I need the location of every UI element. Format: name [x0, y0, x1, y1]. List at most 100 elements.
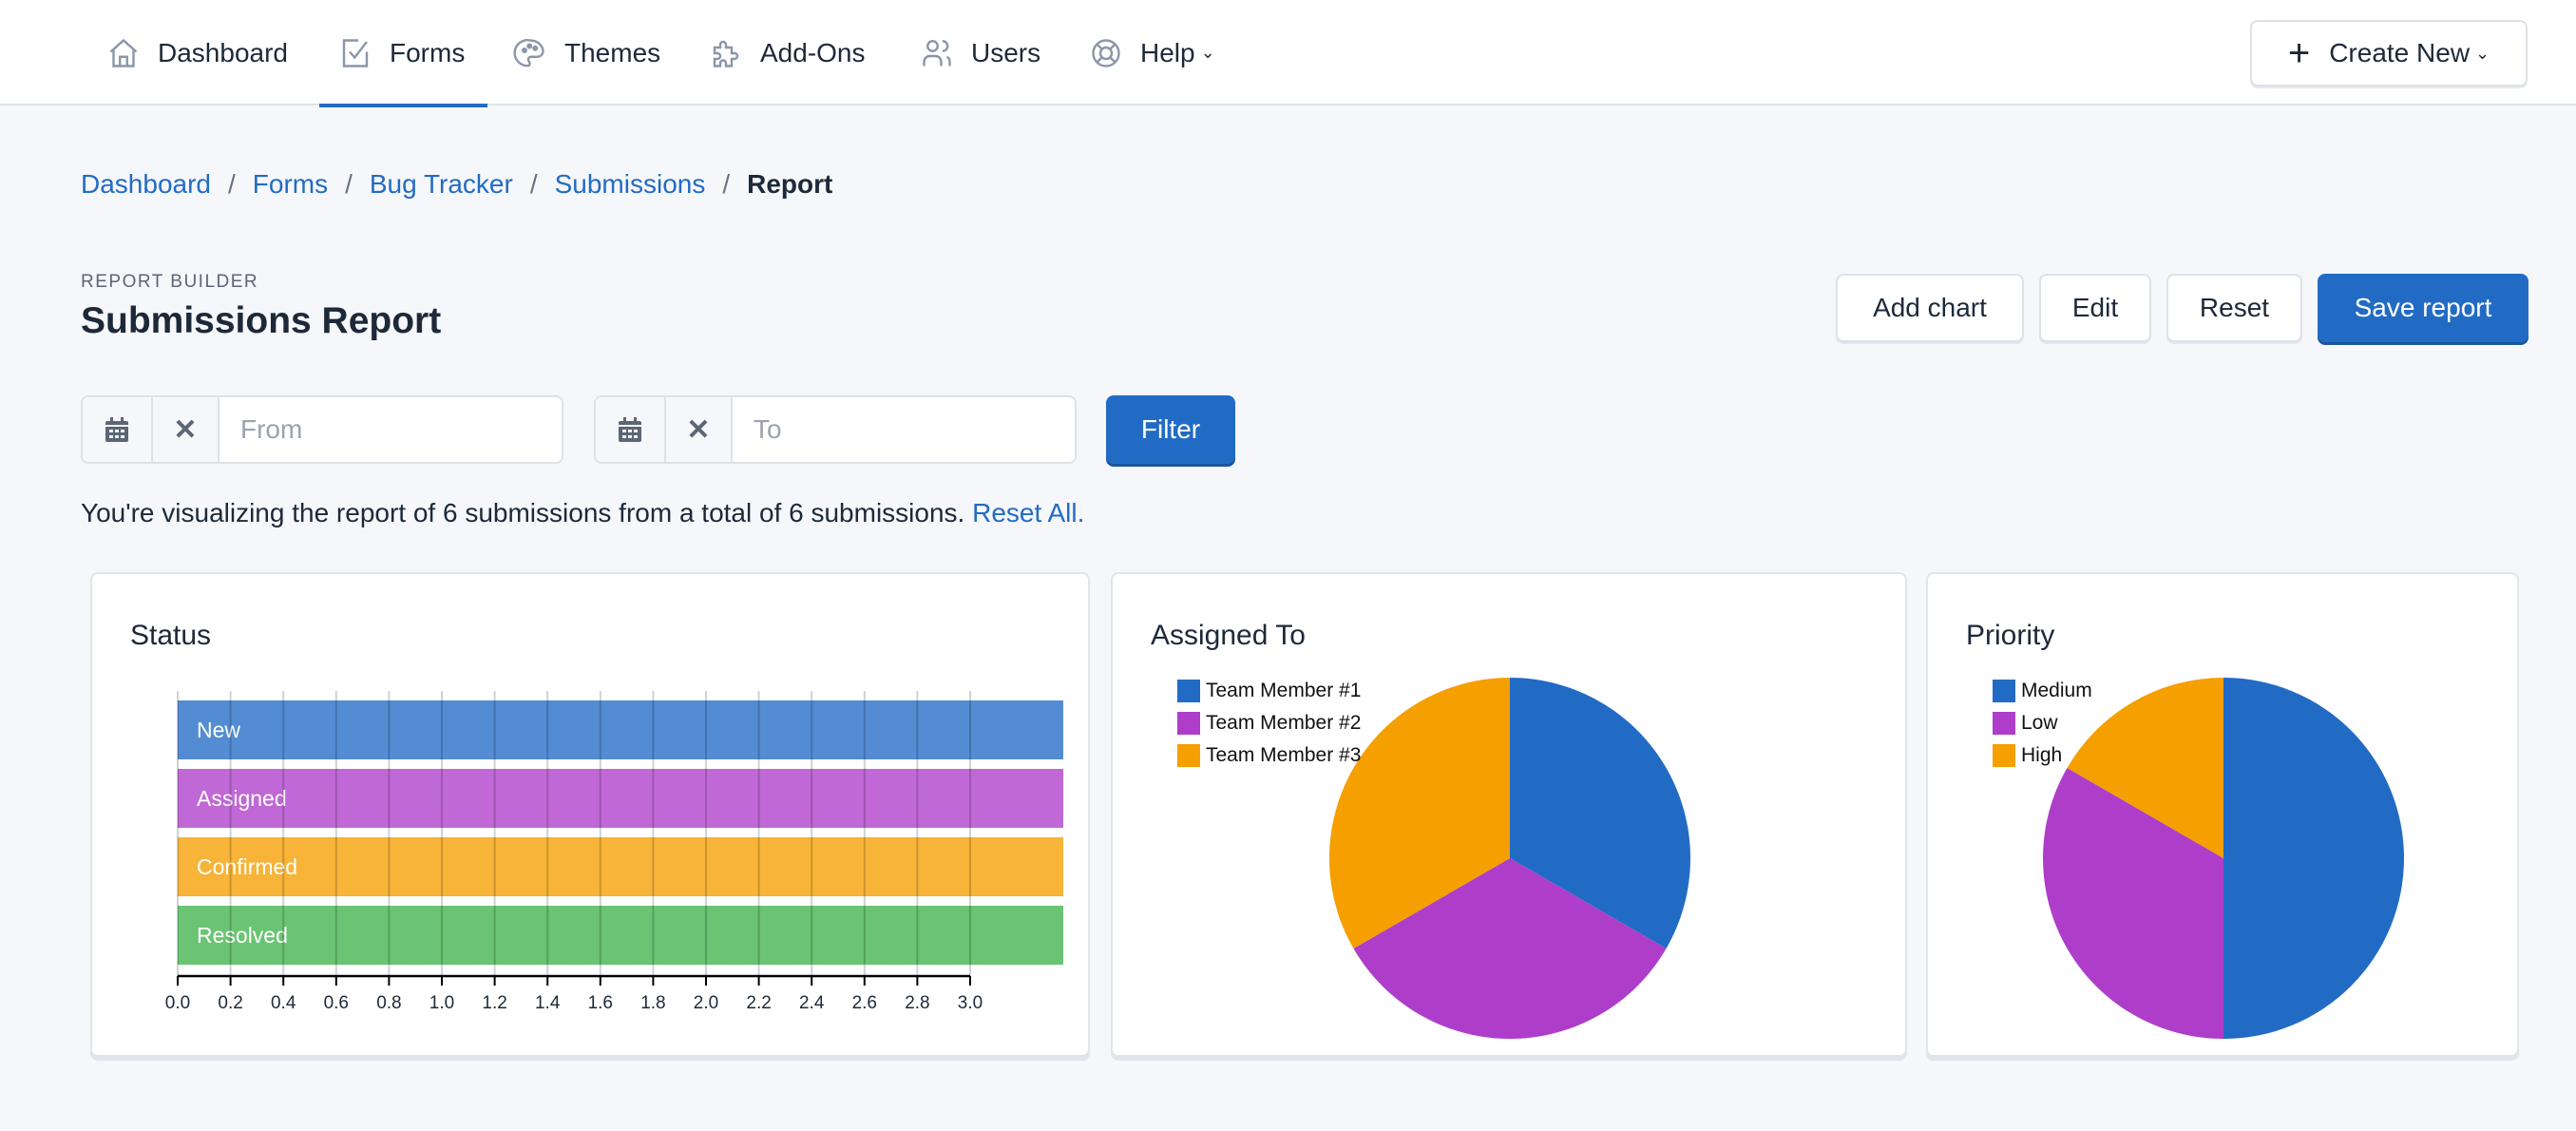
close-icon: ✕: [173, 413, 198, 446]
legend-item[interactable]: Team Member #2: [1177, 707, 1361, 739]
summary-message: You're visualizing the report of 6 submi…: [81, 498, 965, 527]
calendar-icon: [105, 417, 128, 442]
chevron-down-icon: ⌄: [2475, 43, 2490, 63]
assigned-to-chart-card: Assigned To Team Member #1 Team Member #2…: [1111, 572, 1907, 1057]
legend-item[interactable]: Low: [1993, 707, 2092, 739]
x-tick-label: 2.6: [852, 993, 877, 1013]
lifebuoy-icon: [1092, 38, 1120, 67]
nav-label: Dashboard: [158, 37, 288, 67]
legend-label: Team Member #3: [1206, 744, 1362, 766]
filter-button[interactable]: Filter: [1106, 395, 1235, 464]
from-date-input[interactable]: [219, 397, 562, 462]
calendar-button[interactable]: [596, 397, 666, 462]
calendar-button[interactable]: [83, 397, 153, 462]
bar-assigned[interactable]: [178, 769, 1063, 828]
reset-button[interactable]: Reset: [2166, 274, 2302, 342]
x-tick-label: 3.0: [958, 993, 983, 1013]
clear-to-button[interactable]: ✕: [666, 397, 733, 462]
top-navigation: Dashboard Forms Themes Add-Ons Users Hel…: [0, 0, 2576, 107]
breadcrumb: Dashboard / Forms / Bug Tracker / Submis…: [81, 169, 832, 200]
save-report-button[interactable]: Save report: [2318, 274, 2528, 342]
summary-text: You're visualizing the report of 6 submi…: [81, 498, 1084, 528]
reset-all-link[interactable]: Reset All.: [972, 498, 1084, 527]
legend-label: Team Member #1: [1206, 680, 1362, 701]
x-tick-label: 0.4: [271, 993, 296, 1013]
legend-swatch: [1993, 680, 2015, 702]
plus-icon: +: [2287, 32, 2311, 74]
users-icon: [923, 39, 951, 66]
x-tick-label: 2.0: [694, 993, 718, 1013]
page-eyebrow: REPORT BUILDER: [81, 272, 259, 292]
add-chart-button[interactable]: Add chart: [1836, 274, 2024, 342]
close-icon: ✕: [686, 413, 711, 446]
chart-legend: Team Member #1 Team Member #2 Team Member …: [1177, 675, 1361, 772]
nav-item-users[interactable]: Users: [920, 0, 1040, 105]
edit-button[interactable]: Edit: [2039, 274, 2151, 342]
legend-item[interactable]: Team Member #1: [1177, 675, 1361, 707]
chevron-down-icon: ⌄: [1200, 43, 1215, 62]
status-chart-card: Status New Assigned Confirmed Resolved 0.0 0.…: [90, 572, 1090, 1057]
bar-label: Confirmed: [197, 854, 297, 879]
breadcrumb-submissions[interactable]: Submissions: [555, 169, 706, 200]
legend-label: Low: [2021, 712, 2058, 734]
pie-slice-medium[interactable]: [2223, 678, 2404, 1039]
nav-item-dashboard[interactable]: Dashboard: [106, 0, 288, 105]
nav-item-help[interactable]: Help ⌄: [1089, 0, 1215, 105]
nav-item-forms[interactable]: Forms: [318, 0, 488, 107]
priority-chart-card: Priority Medium Low High: [1926, 572, 2519, 1057]
bar-new[interactable]: [178, 700, 1063, 759]
breadcrumb-bug-tracker[interactable]: Bug Tracker: [370, 169, 513, 200]
chart-legend: Medium Low High: [1993, 675, 2092, 772]
breadcrumb-separator: /: [345, 169, 353, 199]
legend-label: Team Member #2: [1206, 712, 1362, 734]
x-tick-label: 0.0: [165, 993, 190, 1013]
puzzle-icon: [713, 40, 739, 67]
bar-label: New: [197, 718, 240, 742]
nav-label: Help: [1140, 37, 1195, 67]
clear-from-button[interactable]: ✕: [153, 397, 219, 462]
breadcrumb-forms[interactable]: Forms: [253, 169, 328, 200]
legend-item[interactable]: High: [1993, 739, 2092, 772]
x-tick-label: 0.8: [376, 993, 401, 1013]
nav-label: Add-Ons: [760, 37, 866, 67]
checkbox-icon: [342, 38, 369, 67]
create-new-label: Create New: [2329, 38, 2471, 67]
assigned-to-pie-chart: [1329, 678, 1690, 1039]
priority-pie-chart: [2043, 678, 2404, 1039]
breadcrumb-current: Report: [747, 169, 833, 199]
x-tick-label: 1.4: [535, 993, 561, 1013]
legend-swatch: [1177, 744, 1200, 767]
x-tick-label: 1.8: [640, 993, 665, 1013]
calendar-icon: [619, 417, 641, 442]
legend-swatch: [1993, 712, 2015, 735]
x-tick-label: 1.6: [588, 993, 613, 1013]
page-title: Submissions Report: [81, 300, 442, 341]
to-date-input[interactable]: [733, 397, 1075, 462]
legend-swatch: [1177, 712, 1200, 735]
report-actions: Add chart Edit Reset Save report: [1836, 274, 2528, 342]
x-tick-label: 2.8: [905, 993, 929, 1013]
bar-label: Resolved: [197, 923, 288, 948]
status-bar-chart: New Assigned Confirmed Resolved 0.0 0.2 0.4 0.6…: [165, 691, 1063, 1013]
x-tick-label: 0.6: [324, 993, 349, 1013]
bar-confirmed[interactable]: [178, 837, 1063, 896]
breadcrumb-separator: /: [722, 169, 731, 199]
nav-item-themes[interactable]: Themes: [513, 0, 660, 105]
legend-item[interactable]: Team Member #3: [1177, 739, 1361, 772]
legend-swatch: [1993, 744, 2015, 767]
bar-label: Assigned: [197, 786, 287, 811]
nav-item-add-ons[interactable]: Add-Ons: [709, 0, 866, 105]
legend-item[interactable]: Medium: [1993, 675, 2092, 707]
breadcrumb-separator: /: [227, 169, 236, 199]
bar-resolved[interactable]: [178, 906, 1063, 965]
x-tick-label: 2.4: [799, 993, 825, 1013]
breadcrumb-separator: /: [529, 169, 538, 199]
create-new-button[interactable]: + Create New ⌄: [2250, 20, 2528, 86]
home-icon: [109, 38, 138, 67]
nav-label: Themes: [564, 37, 661, 67]
nav-label: Users: [971, 37, 1041, 67]
breadcrumb-dashboard[interactable]: Dashboard: [81, 169, 211, 200]
x-tick-label: 2.2: [746, 993, 771, 1013]
legend-label: High: [2021, 744, 2063, 766]
x-tick-label: 0.2: [218, 993, 242, 1013]
